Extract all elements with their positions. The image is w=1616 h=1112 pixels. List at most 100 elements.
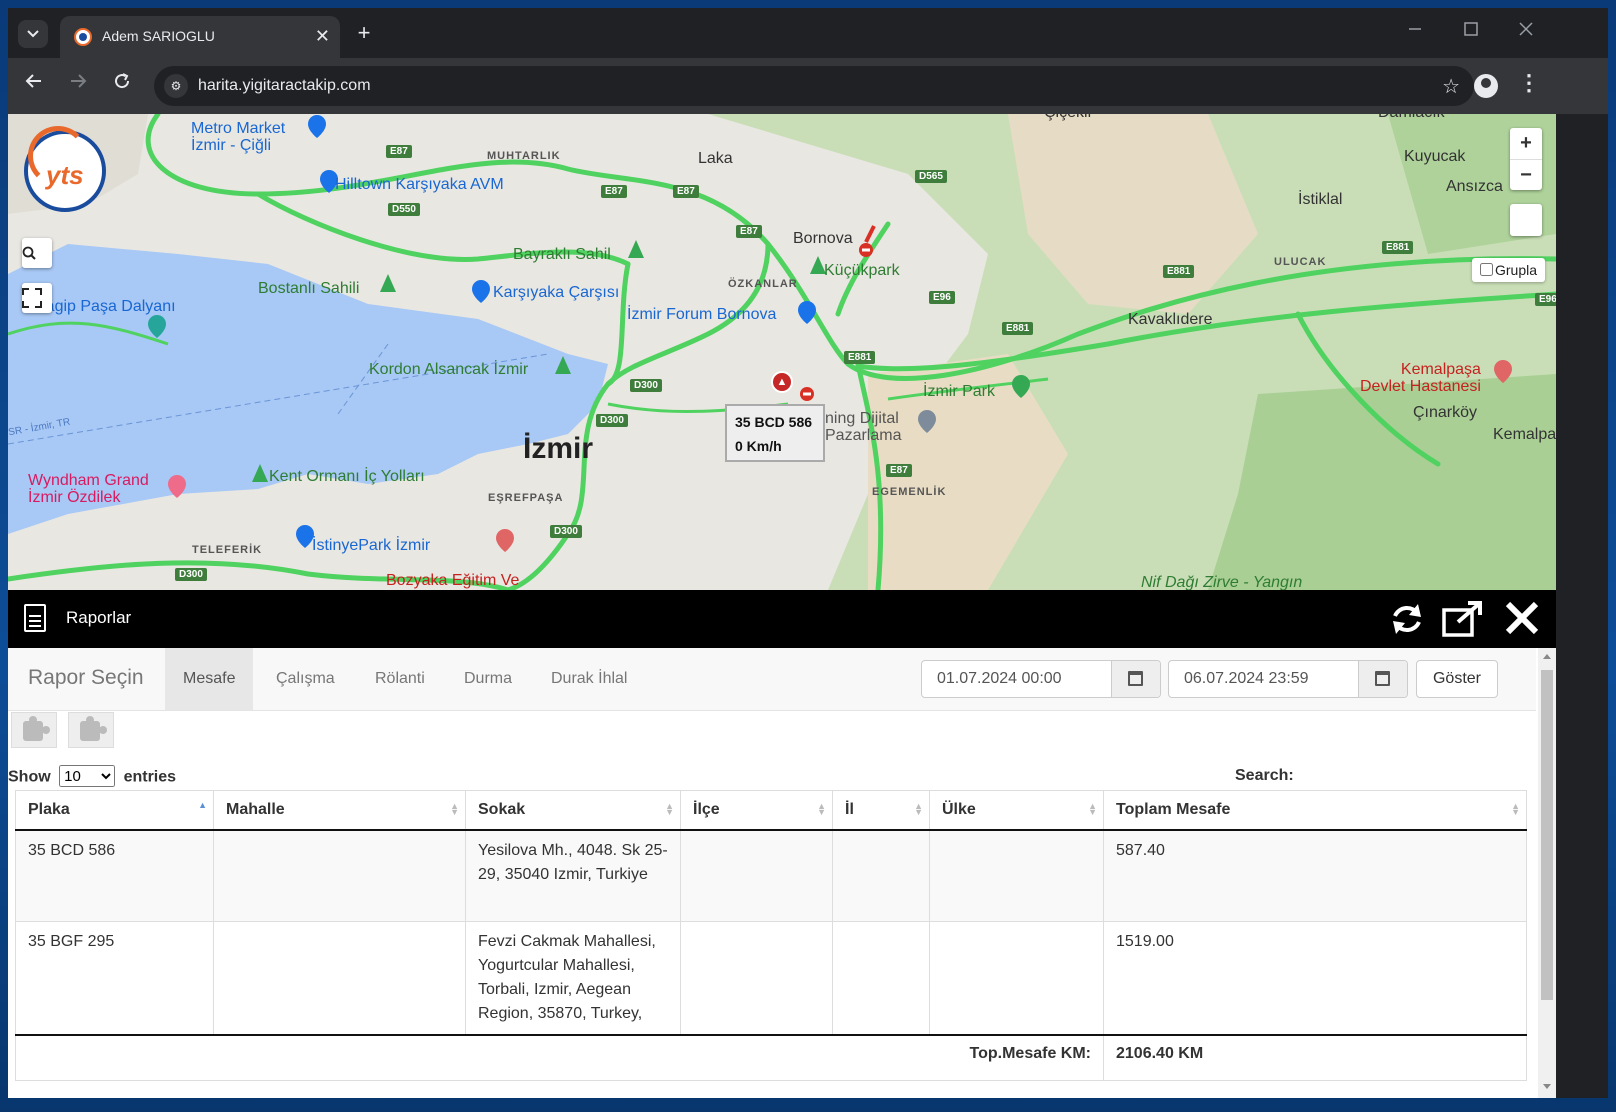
scroll-up-icon[interactable] bbox=[1543, 654, 1551, 659]
tab-rolanti[interactable]: Rölanti bbox=[357, 648, 443, 710]
road-shield: E87 bbox=[886, 464, 912, 477]
maximize-icon[interactable] bbox=[1464, 22, 1478, 41]
window-close-icon[interactable] bbox=[1519, 22, 1533, 41]
zoom-control: + − bbox=[1510, 128, 1542, 190]
map-label-teleferik: TELEFERİK bbox=[192, 544, 263, 556]
total-distance-value: 2106.40 KM bbox=[1103, 1034, 1527, 1081]
scrollbar-thumb[interactable] bbox=[1541, 670, 1553, 1000]
minimize-icon[interactable] bbox=[1408, 22, 1422, 41]
road-shield: E96 bbox=[929, 291, 955, 304]
total-distance-label: Top.Mesafe KM: bbox=[15, 1034, 1104, 1081]
map-label-kemalpasa-devlet: Kemalpaşa Devlet Hastanesi bbox=[1360, 361, 1481, 395]
column-header-il[interactable]: İl ▲ ▼ bbox=[832, 790, 930, 831]
map-search-button[interactable] bbox=[22, 238, 52, 268]
scroll-down-icon[interactable] bbox=[1543, 1084, 1551, 1089]
reload-icon bbox=[115, 73, 130, 89]
map-label-ansizca: Ansızca bbox=[1446, 178, 1503, 195]
column-header-ulke[interactable]: Ülke ▲ ▼ bbox=[929, 790, 1104, 831]
road-shield: E881 bbox=[1382, 241, 1414, 254]
tab-close-button[interactable]: ✕ bbox=[315, 25, 330, 47]
refresh-icon bbox=[1393, 604, 1421, 634]
browser-tab[interactable]: Adem SARIOGLU ✕ bbox=[60, 16, 340, 58]
zoom-in-button[interactable]: + bbox=[1510, 128, 1542, 160]
map-view[interactable]: Metro Market İzmir - Çiğli MUHTARLIK Lak… bbox=[8, 114, 1556, 590]
panel-close-button[interactable] bbox=[1504, 600, 1540, 642]
profile-avatar-icon[interactable] bbox=[1474, 74, 1498, 98]
browser-toolbar: ⚙ harita.yigitaractakip.com ☆ ⋮ bbox=[8, 58, 1608, 114]
map-label-metro-market: Metro Market İzmir - Çiğli bbox=[191, 120, 286, 154]
map-label-nif-dagi: Nif Dağı Zirve - Yangın bbox=[1141, 574, 1303, 590]
column-header-mahalle[interactable]: Mahalle ▲ ▼ bbox=[213, 790, 466, 831]
calendar-icon[interactable] bbox=[1111, 661, 1160, 697]
date-to-field[interactable]: 06.07.2024 23:59 bbox=[1168, 660, 1408, 698]
entries-select[interactable]: 10 bbox=[59, 765, 116, 787]
cell-toplam-mesafe: 1519.00 bbox=[1103, 921, 1527, 1036]
cell-toplam-mesafe: 587.40 bbox=[1103, 829, 1527, 922]
browser-menu-icon[interactable]: ⋮ bbox=[1518, 70, 1540, 96]
vehicle-marker-icon[interactable]: ▲ bbox=[771, 371, 793, 393]
yts-logo: yts bbox=[24, 126, 106, 212]
map-layer-button[interactable] bbox=[1510, 204, 1542, 236]
map-label-izmir-park: İzmir Park bbox=[923, 383, 995, 400]
column-header-plaka[interactable]: Plaka ▲ bbox=[15, 790, 214, 831]
tab-calisma[interactable]: Çalışma bbox=[258, 648, 353, 710]
bookmark-star-icon[interactable]: ☆ bbox=[1442, 74, 1460, 99]
puzzle-icon[interactable] bbox=[11, 712, 57, 748]
cell-sokak: Yesilova Mh., 4048. Sk 25-29, 35040 Izmi… bbox=[465, 829, 681, 922]
map-label-dijital: ning Dijital Pazarlama bbox=[825, 410, 902, 444]
popout-button[interactable] bbox=[1442, 600, 1484, 644]
reload-button[interactable] bbox=[108, 72, 136, 96]
vertical-scrollbar[interactable] bbox=[1538, 648, 1556, 1098]
external-link-icon bbox=[1442, 601, 1482, 637]
forward-button[interactable] bbox=[64, 72, 92, 96]
road-shield: E881 bbox=[1002, 322, 1034, 335]
road-shield: E96 bbox=[1535, 293, 1556, 306]
report-select-heading: Rapor Seçin bbox=[28, 666, 144, 689]
date-from-value: 01.07.2024 00:00 bbox=[937, 670, 1062, 687]
tab-durak-ihlal[interactable]: Durak İhlal bbox=[533, 648, 645, 710]
site-info-icon[interactable]: ⚙ bbox=[164, 74, 188, 98]
address-bar[interactable]: ⚙ harita.yigitaractakip.com ☆ bbox=[154, 66, 1474, 106]
calendar-icon[interactable] bbox=[1358, 661, 1407, 697]
map-label-bayrakli-sahil: Bayraklı Sahil bbox=[513, 246, 611, 263]
vehicle-speed: 0 Km/h bbox=[735, 438, 782, 454]
reports-panel-body: Rapor Seçin Mesafe Çalışma Rölanti Durma… bbox=[8, 648, 1556, 1098]
show-label: Show bbox=[8, 768, 51, 786]
fullscreen-button[interactable] bbox=[22, 283, 52, 313]
search-label: Search: bbox=[1235, 767, 1294, 784]
road-shield: D300 bbox=[596, 414, 628, 427]
show-report-button[interactable]: Göster bbox=[1416, 660, 1498, 698]
map-label-cicekli: Çiçekli bbox=[1044, 114, 1091, 122]
tab-mesafe[interactable]: Mesafe bbox=[165, 648, 254, 710]
new-tab-button[interactable]: + bbox=[350, 20, 378, 48]
cell-plaka: 35 BCD 586 bbox=[15, 829, 214, 922]
chevron-down-icon bbox=[27, 30, 39, 38]
tab-durma[interactable]: Durma bbox=[446, 648, 530, 710]
date-from-field[interactable]: 01.07.2024 00:00 bbox=[921, 660, 1161, 698]
road-shield: D550 bbox=[388, 203, 420, 216]
map-label-kent-ormani: Kent Ormanı İç Yolları bbox=[269, 468, 425, 485]
tab-search-button[interactable] bbox=[18, 20, 48, 48]
grupla-checkbox[interactable] bbox=[1480, 263, 1493, 276]
cell-mahalle bbox=[213, 829, 466, 922]
column-header-toplam-mesafe[interactable]: Toplam Mesafe ▲ ▼ bbox=[1103, 790, 1527, 831]
table-row[interactable]: 35 BGF 295 Fevzi Cakmak Mahallesi, Yogur… bbox=[15, 921, 1527, 1036]
zoom-out-button[interactable]: − bbox=[1510, 160, 1542, 191]
map-label-istiklal: İstiklal bbox=[1298, 191, 1343, 208]
road-shield: E87 bbox=[386, 145, 412, 158]
cell-mahalle bbox=[213, 921, 466, 1036]
road-shield: D300 bbox=[550, 525, 582, 538]
refresh-button[interactable] bbox=[1388, 600, 1426, 644]
back-button[interactable] bbox=[20, 72, 48, 96]
reports-panel-header: Raporlar bbox=[8, 590, 1556, 648]
column-header-sokak[interactable]: Sokak ▲ ▼ bbox=[465, 790, 681, 831]
map-label-hilltown: Hilltown Karşıyaka AVM bbox=[335, 176, 504, 193]
column-header-ilce[interactable]: İlçe ▲ ▼ bbox=[680, 790, 833, 831]
distance-report-table: Plaka ▲ Mahalle ▲ ▼ Sokak ▲ ▼ İlçe ▲ ▼ İl ▲ ▼ Ülk… bbox=[15, 790, 1527, 1081]
table-row[interactable]: 35 BCD 586 Yesilova Mh., 4048. Sk 25-29,… bbox=[15, 829, 1527, 922]
map-label-izmir: İzmir bbox=[523, 432, 594, 465]
puzzle-icon[interactable] bbox=[68, 712, 114, 748]
date-to-value: 06.07.2024 23:59 bbox=[1184, 670, 1309, 687]
map-label-bornova: Bornova bbox=[793, 230, 853, 247]
map-label-egemenlik: EGEMENLİK bbox=[872, 486, 947, 498]
